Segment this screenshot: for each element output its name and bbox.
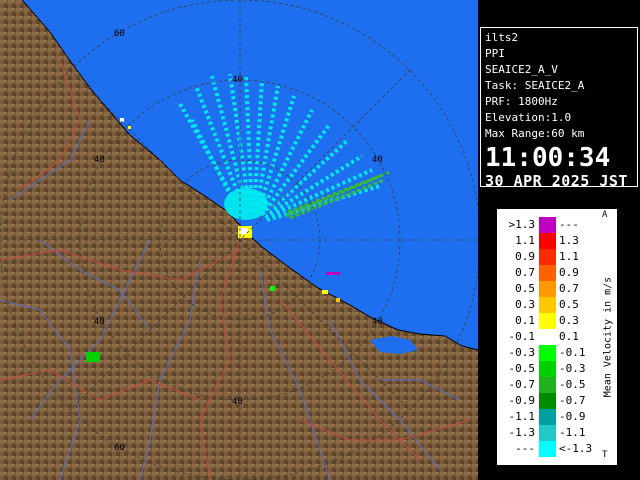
legend-row: --- <-1.3 (497, 441, 617, 457)
legend-lower-value: -0.3 (508, 346, 536, 359)
legend-upper-value: -0.9 (559, 410, 586, 423)
legend-lower-value: -1.3 (508, 426, 536, 439)
radar-map: 60 40 40 40 40 40 40 60 (0, 0, 478, 480)
legend-color-swatch (539, 329, 556, 345)
legend-color-swatch (539, 217, 556, 233)
product-name: SEAICE2_A_V (485, 63, 558, 76)
legend-row: >1.3 --- (497, 217, 617, 233)
legend-upper-value: -0.3 (559, 362, 586, 375)
legend-color-swatch (539, 345, 556, 361)
legend-row: -1.1 -0.9 (497, 409, 617, 425)
legend-row: -0.7 -0.5 (497, 377, 617, 393)
ring-label: 40 (94, 317, 105, 327)
legend-upper-value: 0.3 (559, 314, 579, 327)
legend-lower-value: 0.7 (515, 266, 535, 279)
ring-label: 40 (372, 317, 383, 327)
legend-title: Mean Velocity in m/s (600, 209, 616, 465)
legend-row: -0.3 -0.1 (497, 345, 617, 361)
prf-value: PRF: 1800Hz (485, 95, 558, 108)
legend-upper-value: 0.5 (559, 298, 579, 311)
legend-lower-value: --- (515, 442, 535, 455)
ring-label: 40 (232, 397, 243, 407)
legend-lower-value: -0.9 (508, 394, 536, 407)
elevation-value: Elevation:1.0 (485, 111, 572, 124)
legend-row: 0.9 1.1 (497, 249, 617, 265)
max-range-value: Max Range:60 km (485, 127, 585, 140)
legend-bottom-marker: T (602, 450, 608, 460)
legend-upper-value: <-1.3 (559, 442, 593, 455)
legend-upper-value: -0.7 (559, 394, 586, 407)
legend-row: 1.1 1.3 (497, 233, 617, 249)
legend-lower-value: -0.5 (508, 362, 536, 375)
legend-upper-value: -0.5 (559, 378, 586, 391)
legend-upper-value: -1.1 (559, 426, 586, 439)
velocity-legend: >1.3 --- 1.1 1.3 0.9 1.1 0.7 0.9 0.5 0.7 0.3 0.5 0.1… (497, 209, 617, 465)
legend-row: 0.3 0.5 (497, 297, 617, 313)
legend-color-swatch (539, 281, 556, 297)
legend-lower-value: 1.1 (515, 234, 535, 247)
legend-color-swatch (539, 313, 556, 329)
legend-row: -0.9 -0.7 (497, 393, 617, 409)
legend-color-swatch (539, 409, 556, 425)
legend-row: 0.7 0.9 (497, 265, 617, 281)
legend-upper-value: 1.3 (559, 234, 579, 247)
site-name: ilts2 (485, 31, 519, 44)
legend-upper-value: 0.7 (559, 282, 579, 295)
legend-color-swatch (539, 265, 556, 281)
radar-ppi-view: 60 40 40 40 40 40 40 60 (0, 0, 478, 480)
ring-label: 60 (114, 443, 125, 453)
legend-lower-value: -0.7 (508, 378, 536, 391)
ring-label: 60 (114, 29, 125, 39)
legend-color-swatch (539, 377, 556, 393)
near-radar-echo (224, 188, 268, 220)
legend-row: -0.5 -0.3 (497, 361, 617, 377)
legend-row: -0.1 0.1 (497, 329, 617, 345)
task-name: Task: SEAICE2_A (485, 79, 585, 92)
legend-lower-value: >1.3 (508, 218, 536, 231)
legend-color-swatch (539, 249, 556, 265)
legend-lower-value: 0.5 (515, 282, 535, 295)
legend-upper-value: --- (559, 218, 579, 231)
legend-color-swatch (539, 297, 556, 313)
legend-lower-value: 0.3 (515, 298, 535, 311)
legend-lower-value: 0.9 (515, 250, 535, 263)
ring-label: 40 (94, 155, 105, 165)
ring-label: 40 (372, 155, 383, 165)
ring-label: 40 (232, 75, 243, 85)
legend-color-swatch (539, 441, 556, 457)
legend-color-swatch (539, 361, 556, 377)
radar-info-panel: ilts2 PPI SEAICE2_A_V Task: SEAICE2_A PR… (480, 27, 638, 190)
legend-row: 0.1 0.3 (497, 313, 617, 329)
legend-upper-value: -0.1 (559, 346, 586, 359)
legend-row: -1.3 -1.1 (497, 425, 617, 441)
legend-lower-value: -0.1 (508, 330, 536, 343)
legend-upper-value: 0.9 (559, 266, 579, 279)
legend-color-swatch (539, 233, 556, 249)
legend-lower-value: 0.1 (515, 314, 535, 327)
legend-lower-value: -1.1 (508, 410, 536, 423)
legend-upper-value: 1.1 (559, 250, 579, 263)
scan-time: 11:00:34 (485, 143, 611, 173)
legend-row: 0.5 0.7 (497, 281, 617, 297)
legend-color-swatch (539, 425, 556, 441)
legend-title-text: Mean Velocity in m/s (602, 276, 614, 398)
legend-upper-value: 0.1 (559, 330, 579, 343)
scan-mode: PPI (485, 47, 505, 60)
legend-color-swatch (539, 393, 556, 409)
scan-date: 30 APR 2025 JST (485, 172, 628, 190)
